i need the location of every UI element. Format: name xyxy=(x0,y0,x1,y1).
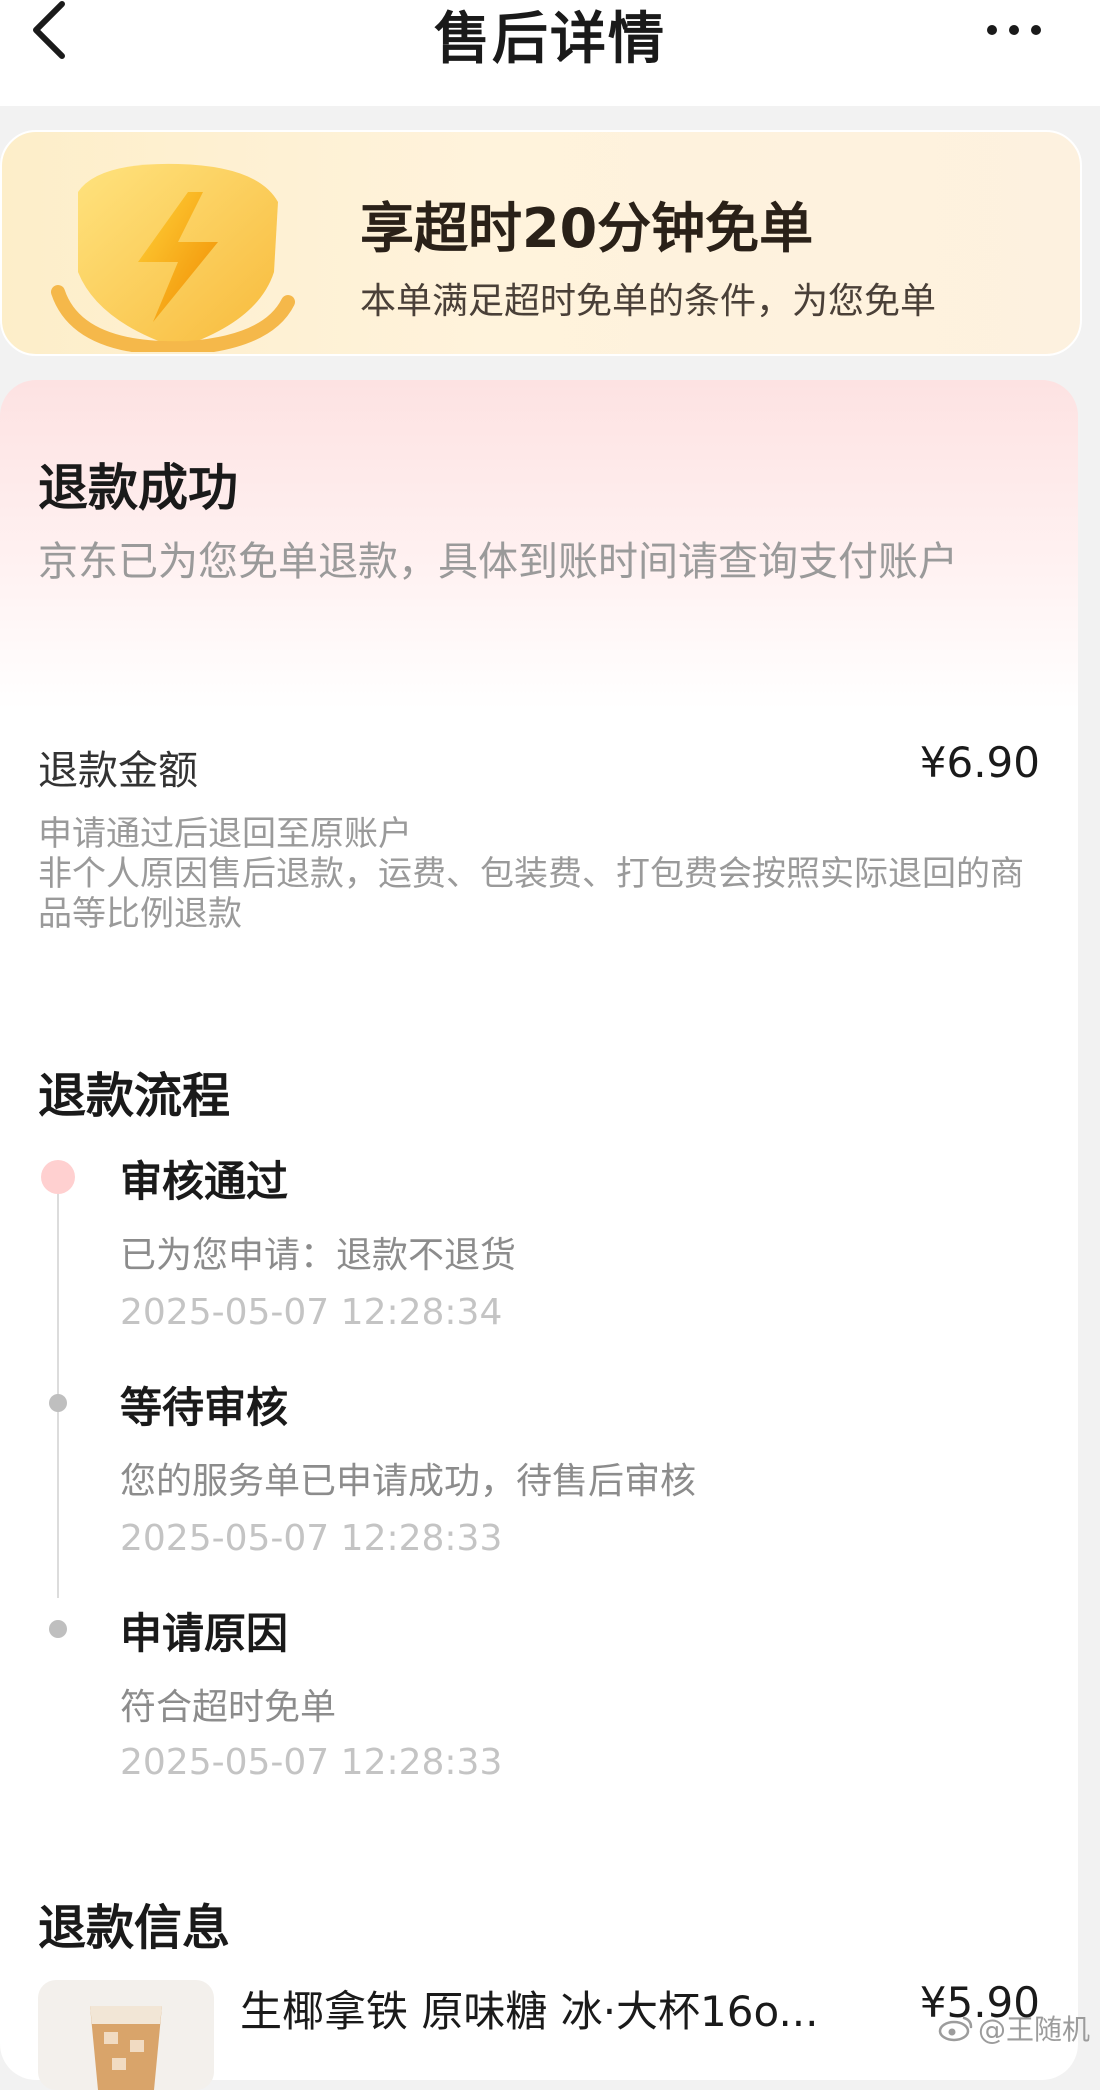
timeline-step-title: 等待审核 xyxy=(120,1383,289,1432)
timeline-dot xyxy=(49,1620,67,1638)
timeline-line xyxy=(57,1178,59,1598)
timeline-step-desc: 您的服务单已申请成功，待售后审核 xyxy=(120,1461,697,1502)
weibo-icon xyxy=(938,2016,973,2042)
watermark: @王随机 xyxy=(938,2008,1090,2048)
watermark-text: @王随机 xyxy=(977,2013,1090,2046)
refund-status-title: 退款成功 xyxy=(38,459,238,517)
top-nav-bar: 售后详情 xyxy=(0,0,1100,106)
refund-note-line1: 申请通过后退回至原账户 xyxy=(38,814,412,854)
timeline-dot xyxy=(49,1394,67,1412)
refund-status-description: 京东已为您免单退款，具体到账时间请查询支付账户 xyxy=(38,539,958,585)
refund-amount-value: ¥6.90 xyxy=(919,738,1040,787)
refund-process-title: 退款流程 xyxy=(38,1068,231,1124)
timeline-step-time: 2025-05-07 12:28:34 xyxy=(120,1292,503,1333)
more-dots-icon[interactable] xyxy=(984,20,1044,40)
timeline-step-title: 审核通过 xyxy=(120,1157,289,1206)
lightning-shield-icon xyxy=(51,163,295,352)
refund-amount-note: 申请通过后退回至原账户 非个人原因售后退款，运费、包装费、打包费会按照实际退回的… xyxy=(38,814,1048,934)
timeline-step-time: 2025-05-07 12:28:33 xyxy=(120,1518,503,1559)
timeline-step-time: 2025-05-07 12:28:33 xyxy=(120,1742,503,1783)
product-thumbnail[interactable] xyxy=(38,1980,214,2090)
timeout-free-banner: 享超时20分钟免单 本单满足超时免单的条件，为您免单 xyxy=(0,130,1082,356)
promo-subtitle: 本单满足超时免单的条件，为您免单 xyxy=(360,281,937,322)
timeline-step-title: 申请原因 xyxy=(120,1609,289,1658)
promo-title: 享超时20分钟免单 xyxy=(360,197,814,260)
timeline-dot-active xyxy=(41,1160,75,1194)
refund-info-title: 退款信息 xyxy=(38,1900,231,1956)
timeline-step-desc: 已为您申请：退款不退货 xyxy=(120,1235,517,1276)
product-name[interactable]: 生椰拿铁 原味糖 冰·大杯16o... xyxy=(240,1978,819,2039)
refund-amount-label: 退款金额 xyxy=(38,748,198,794)
page-title: 售后详情 xyxy=(434,7,666,72)
coffee-cup-icon xyxy=(90,2006,162,2090)
refund-note-line2: 非个人原因售后退款，运费、包装费、打包费会按照实际退回的商品等比例退款 xyxy=(38,854,1024,934)
timeline-step-desc: 符合超时免单 xyxy=(120,1687,337,1728)
